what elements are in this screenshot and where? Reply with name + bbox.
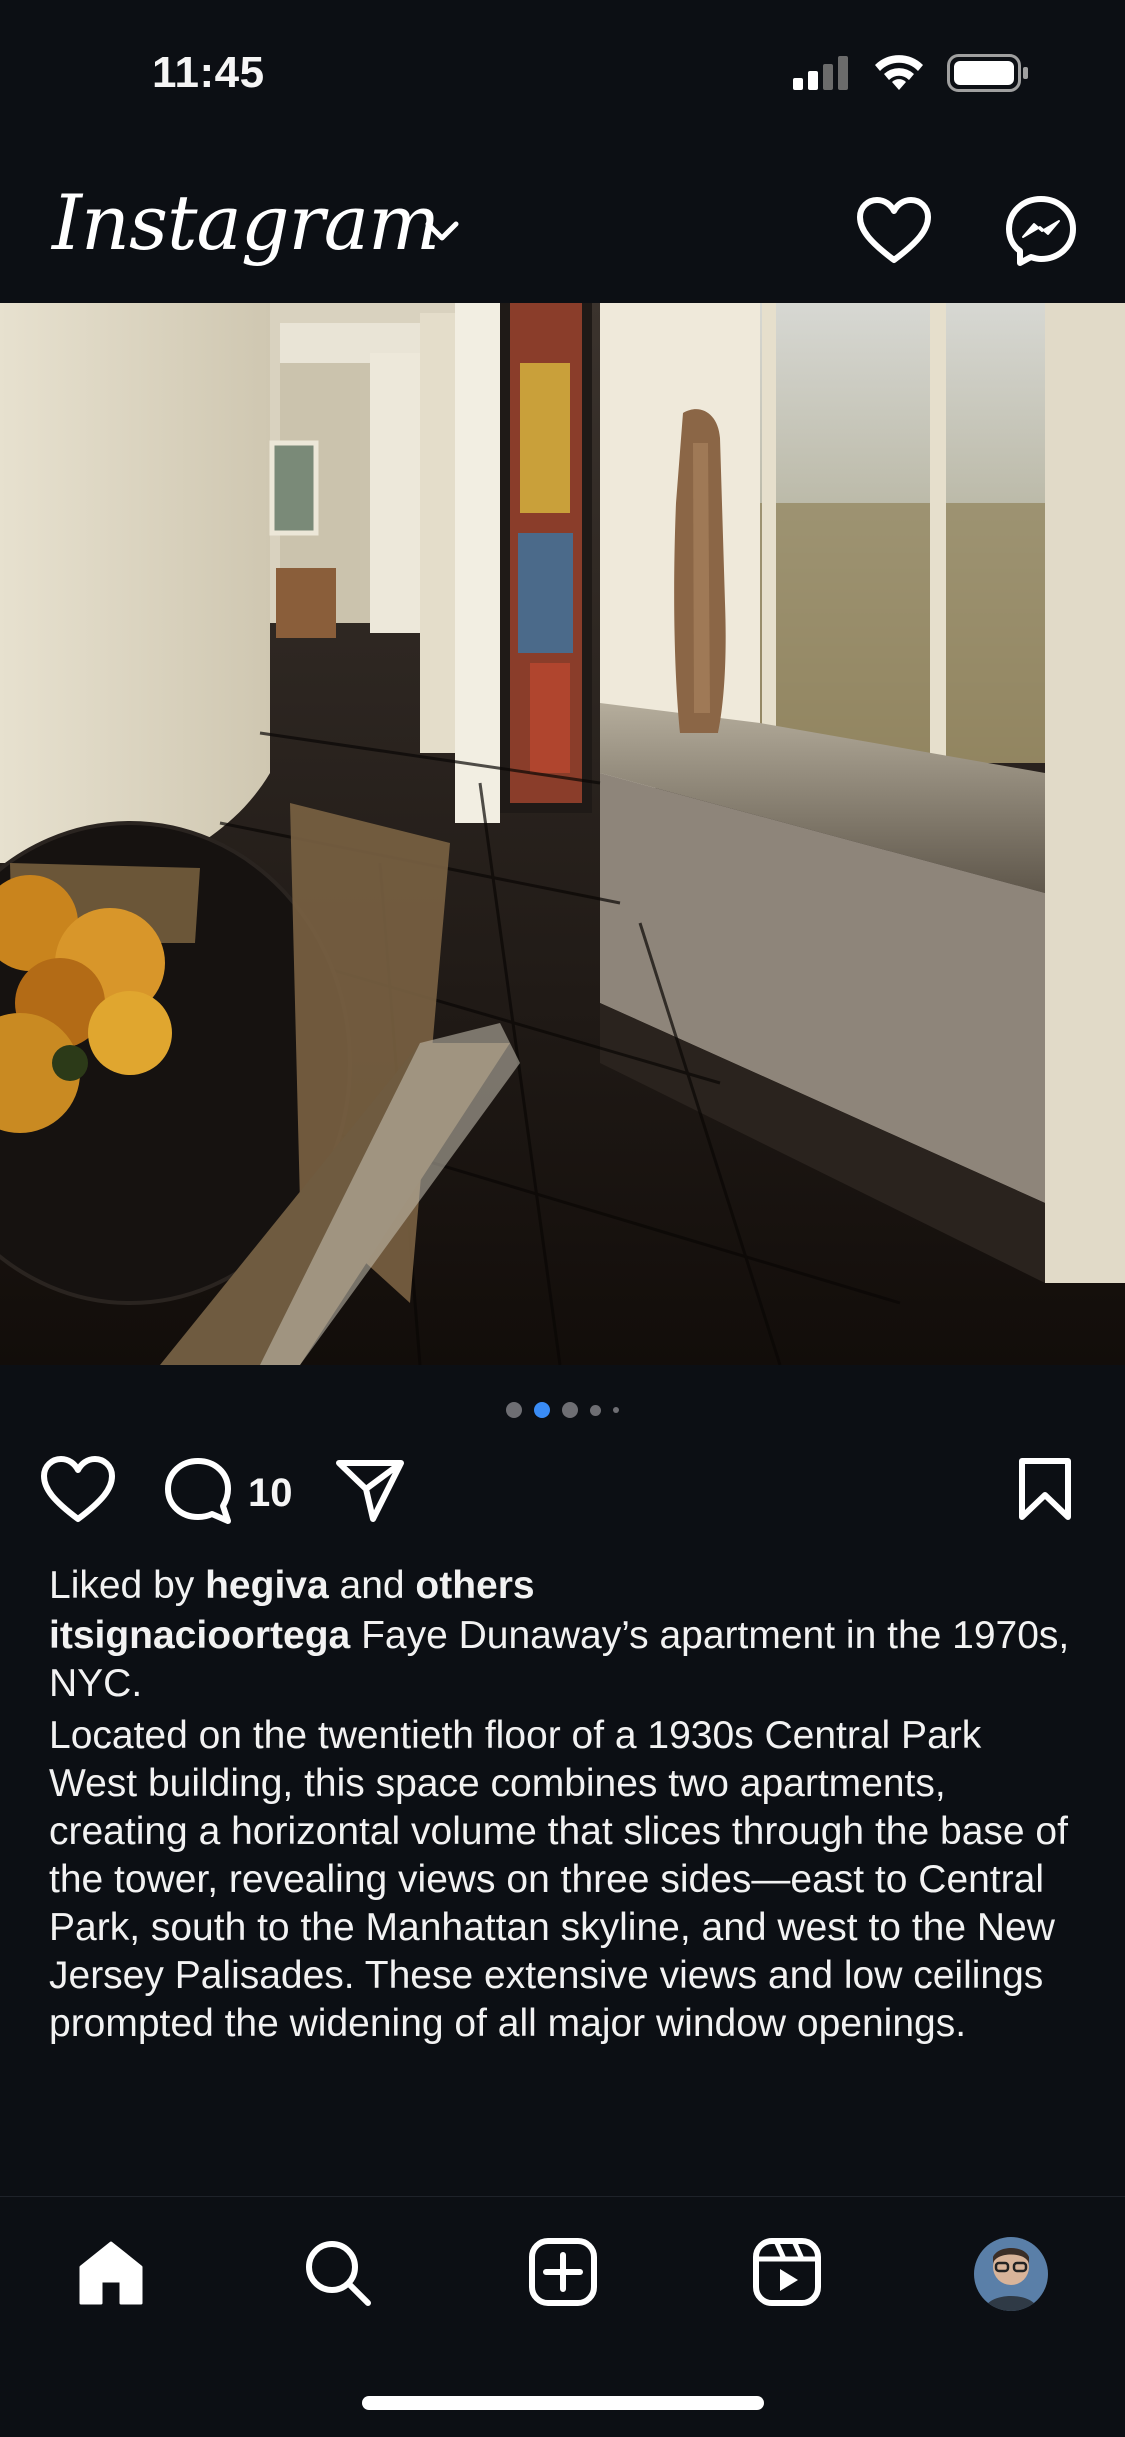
home-icon[interactable]: [76, 2237, 146, 2307]
cellular-signal-icon: [793, 56, 848, 90]
chevron-down-icon[interactable]: [422, 216, 462, 246]
carousel-dot-active: [534, 1402, 550, 1418]
carousel-dot: [613, 1407, 619, 1413]
home-indicator: [362, 2396, 764, 2410]
avatar-image: [974, 2237, 1048, 2311]
post-actions: 10: [0, 1455, 1125, 1535]
app-header: Instagram: [0, 170, 1125, 300]
comment-icon[interactable]: [162, 1455, 234, 1527]
heart-icon[interactable]: [856, 196, 932, 266]
carousel-indicator: [0, 1402, 1125, 1418]
caption: itsignacioortega Faye Dunaway’s apartmen…: [49, 1612, 1079, 1708]
liked-by-line[interactable]: Liked by hegiva and others: [49, 1562, 1079, 1610]
battery-icon: [947, 54, 1028, 92]
post-photo[interactable]: [0, 303, 1125, 1365]
liked-by-prefix: Liked by: [49, 1564, 206, 1607]
bookmark-icon[interactable]: [1016, 1455, 1074, 1523]
liked-by-joiner: and: [328, 1564, 416, 1607]
profile-avatar[interactable]: [974, 2237, 1048, 2311]
share-icon[interactable]: [333, 1455, 407, 1525]
wifi-icon: [875, 55, 923, 90]
status-bar: 11:45: [0, 0, 1125, 150]
instagram-logo[interactable]: Instagram: [52, 178, 440, 267]
carousel-dot: [562, 1402, 578, 1418]
carousel-dot: [506, 1402, 522, 1418]
liked-by-user[interactable]: hegiva: [205, 1564, 329, 1607]
carousel-dot: [590, 1404, 601, 1416]
caption-body: Located on the twentieth floor of a 1930…: [49, 1714, 1068, 2045]
messenger-icon[interactable]: [1004, 194, 1078, 268]
reels-icon[interactable]: [752, 2237, 822, 2307]
create-icon[interactable]: [528, 2237, 598, 2307]
comment-count[interactable]: 10: [248, 1471, 293, 1516]
liked-by-others[interactable]: others: [415, 1564, 534, 1607]
caption-username[interactable]: itsignacioortega: [49, 1614, 350, 1657]
status-icons: [793, 54, 1029, 92]
status-time: 11:45: [152, 48, 265, 97]
search-icon[interactable]: [302, 2237, 374, 2309]
post-text: Liked by hegiva and others itsignacioort…: [49, 1562, 1079, 2048]
post-photo-illustration: [0, 303, 1125, 1365]
like-heart-icon[interactable]: [40, 1455, 116, 1525]
